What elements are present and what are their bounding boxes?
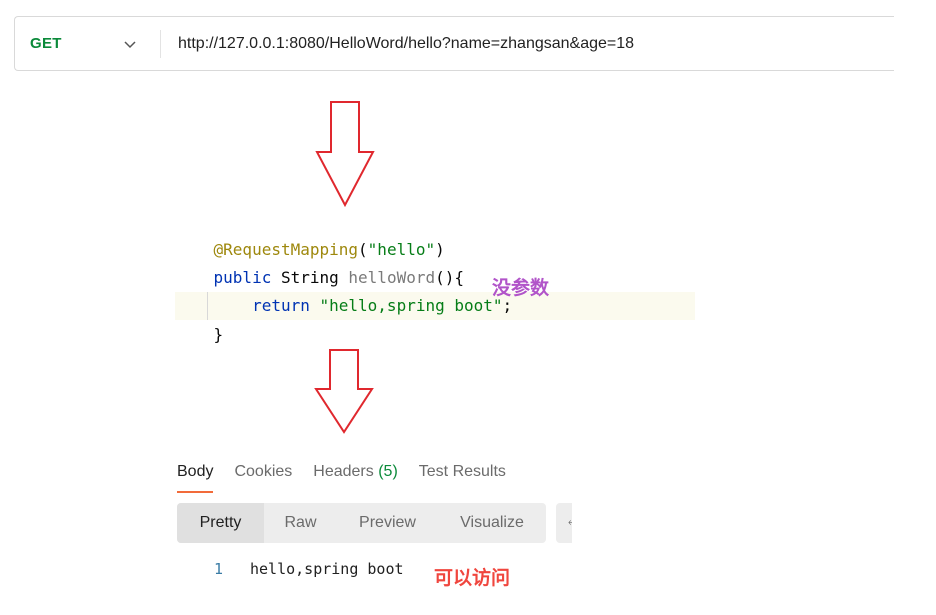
format-type-dropdown[interactable]: ⤶	[556, 503, 572, 543]
response-body-text: hello,spring boot	[250, 560, 404, 578]
tab-headers[interactable]: Headers (5)	[313, 459, 398, 493]
arrow-down-icon	[315, 101, 375, 207]
code-line-annotation: @RequestMapping("hello")	[213, 240, 445, 259]
response-tabs: Body Cookies Headers (5) Test Results	[177, 459, 527, 493]
chevron-down-icon	[124, 41, 136, 49]
wrap-icon: ⤶	[568, 514, 572, 528]
format-toolbar: Pretty Raw Preview Visualize	[177, 503, 546, 543]
method-label: GET	[30, 35, 62, 52]
request-bar: GET	[14, 16, 894, 71]
tab-headers-label: Headers	[313, 463, 374, 480]
format-preview-button[interactable]: Preview	[337, 503, 438, 543]
code-line-return: return "hello,spring boot";	[175, 292, 695, 320]
code-line-signature: public String helloWord(){	[213, 268, 465, 287]
code-line-close: }	[213, 325, 224, 344]
method-select[interactable]: GET	[15, 17, 160, 70]
note-no-params: 没参数	[492, 277, 550, 299]
format-pretty-button[interactable]: Pretty	[177, 503, 264, 543]
url-input[interactable]	[161, 17, 894, 70]
format-visualize-button[interactable]: Visualize	[438, 503, 546, 543]
format-raw-button[interactable]: Raw	[264, 503, 337, 543]
note-accessible: 可以访问	[434, 567, 511, 589]
tab-cookies[interactable]: Cookies	[234, 459, 292, 493]
line-number: 1	[214, 560, 224, 578]
tab-test-results[interactable]: Test Results	[419, 459, 506, 493]
headers-count-badge: (5)	[378, 463, 398, 480]
arrow-down-icon	[314, 349, 374, 434]
code-block: @RequestMapping("hello") public String h…	[175, 235, 695, 353]
indent-guide	[207, 292, 208, 320]
tab-body[interactable]: Body	[177, 459, 214, 493]
